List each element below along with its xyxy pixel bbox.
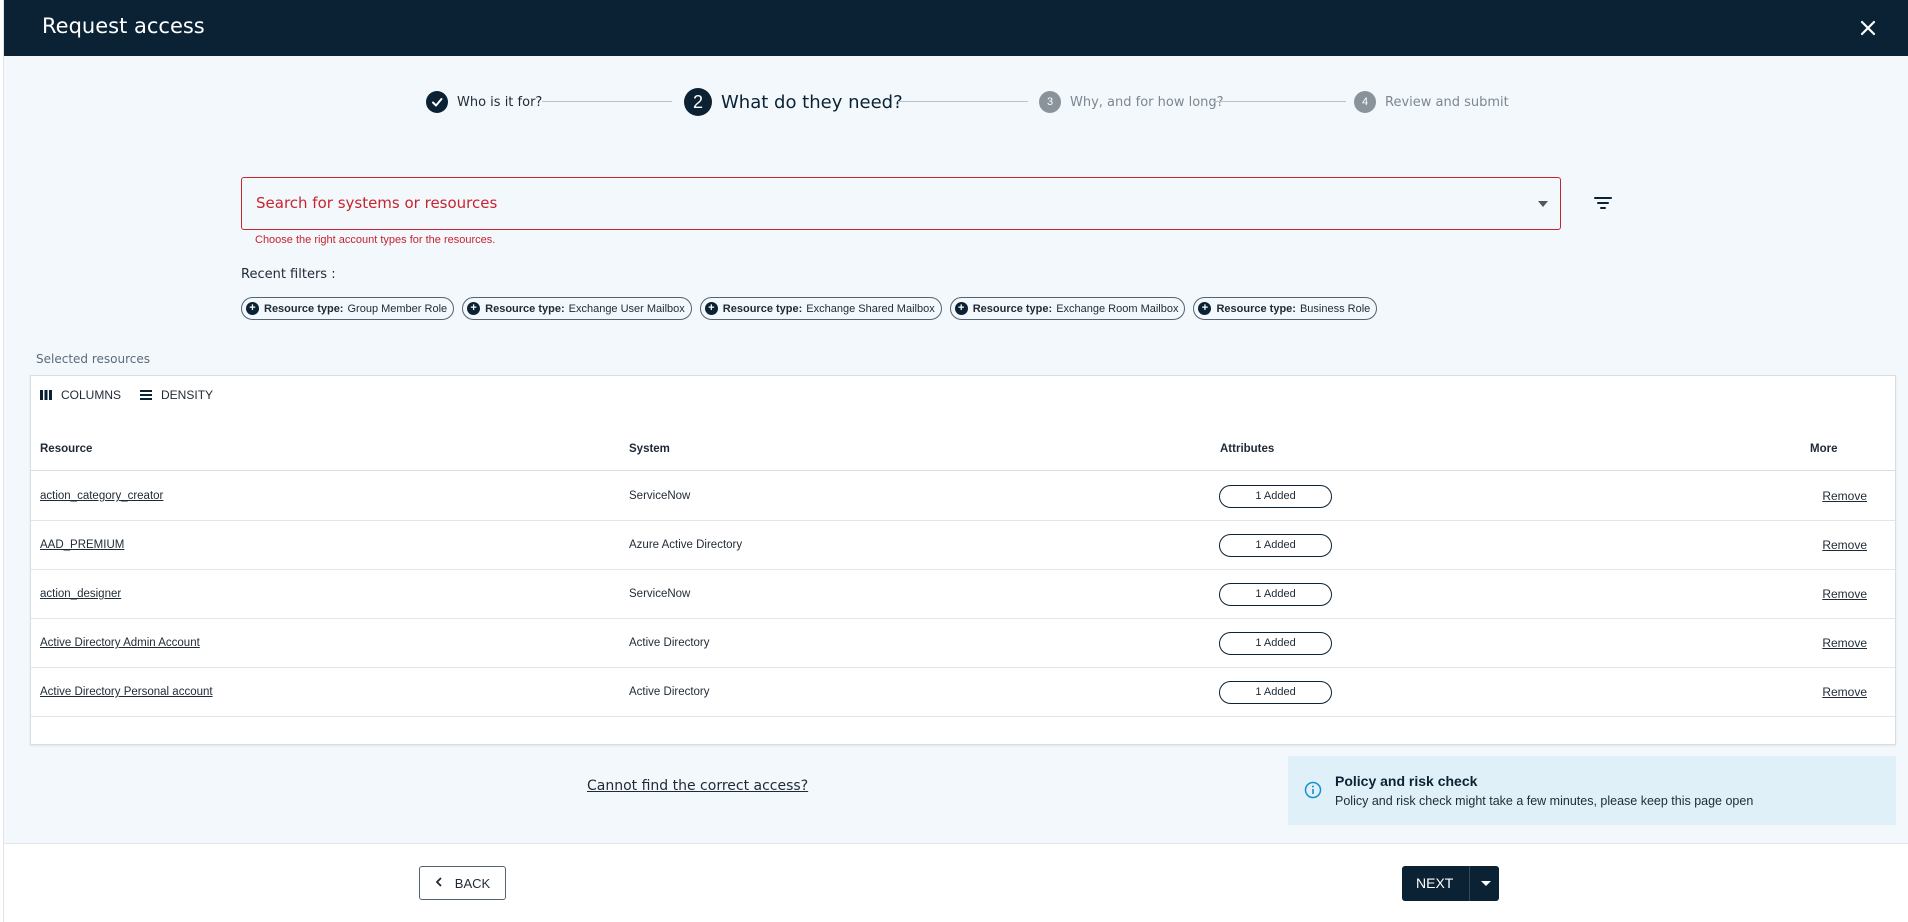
chevron-down-icon[interactable] bbox=[1538, 201, 1548, 207]
request-access-dialog: Request access Who is it for? 2 What do … bbox=[3, 0, 1908, 922]
density-icon bbox=[140, 390, 153, 400]
chip-value: Group Member Role bbox=[347, 302, 448, 315]
add-icon: + bbox=[467, 302, 481, 315]
system-cell: Active Directory bbox=[629, 686, 710, 698]
policy-title: Policy and risk check bbox=[1335, 773, 1478, 789]
columns-button[interactable]: COLUMNS bbox=[39, 388, 121, 402]
policy-risk-banner: Policy and risk check Policy and risk ch… bbox=[1288, 756, 1896, 825]
remove-link[interactable]: Remove bbox=[1822, 587, 1867, 601]
close-icon[interactable] bbox=[1856, 16, 1880, 40]
attributes-pill[interactable]: 1 Added bbox=[1219, 583, 1332, 606]
attributes-pill[interactable]: 1 Added bbox=[1219, 681, 1332, 704]
resource-link[interactable]: Active Directory Personal account bbox=[40, 686, 213, 698]
step-number: 2 bbox=[684, 88, 712, 116]
table-row: action_category_creator ServiceNow 1 Add… bbox=[31, 472, 1895, 521]
attributes-pill[interactable]: 1 Added bbox=[1219, 632, 1332, 655]
chip-value: Exchange User Mailbox bbox=[568, 302, 685, 315]
filter-icon[interactable] bbox=[1592, 193, 1614, 213]
dialog-title: Request access bbox=[42, 14, 205, 38]
step-label: Review and submit bbox=[1385, 94, 1509, 110]
remove-link[interactable]: Remove bbox=[1822, 489, 1867, 503]
add-icon: + bbox=[246, 302, 259, 315]
resource-link[interactable]: Active Directory Admin Account bbox=[40, 637, 200, 649]
filter-chip[interactable]: + Resource type: Business Role bbox=[1193, 297, 1378, 320]
column-header-more: More bbox=[1810, 443, 1838, 455]
columns-label: COLUMNS bbox=[61, 388, 122, 402]
attributes-pill[interactable]: 1 Added bbox=[1219, 534, 1332, 557]
remove-link[interactable]: Remove bbox=[1822, 685, 1867, 699]
column-header-resource[interactable]: Resource bbox=[40, 443, 92, 455]
search-helper-text: Choose the right account types for the r… bbox=[255, 234, 496, 246]
filter-chip[interactable]: + Resource type: Exchange Room Mailbox bbox=[949, 297, 1186, 320]
system-cell: Active Directory bbox=[629, 637, 710, 649]
step-connector bbox=[1213, 101, 1346, 102]
step-connector bbox=[898, 101, 1028, 102]
info-icon bbox=[1304, 781, 1322, 804]
dialog-footer: BACK NEXT bbox=[4, 843, 1908, 922]
next-button[interactable]: NEXT bbox=[1402, 866, 1499, 901]
step-why: 3 Why, and for how long? bbox=[1039, 91, 1224, 113]
step-label: Why, and for how long? bbox=[1070, 94, 1224, 110]
back-label: BACK bbox=[454, 875, 491, 891]
selected-resources-label: Selected resources bbox=[36, 352, 150, 366]
chip-value: Exchange Shared Mailbox bbox=[806, 302, 935, 315]
chip-key: Resource type: bbox=[485, 302, 565, 315]
chip-key: Resource type: bbox=[1216, 302, 1296, 315]
table-row: Active Directory Admin Account Active Di… bbox=[31, 619, 1895, 668]
add-icon: + bbox=[954, 302, 968, 315]
remove-link[interactable]: Remove bbox=[1822, 538, 1867, 552]
step-review: 4 Review and submit bbox=[1354, 91, 1509, 113]
cannot-find-access-link[interactable]: Cannot find the correct access? bbox=[587, 778, 808, 794]
column-header-attributes[interactable]: Attributes bbox=[1220, 443, 1274, 455]
add-icon: + bbox=[704, 302, 718, 315]
column-header-system[interactable]: System bbox=[629, 443, 670, 455]
policy-body: Policy and risk check might take a few m… bbox=[1335, 794, 1754, 808]
resource-search-input[interactable]: Search for systems or resources bbox=[241, 177, 1561, 230]
density-button[interactable]: DENSITY bbox=[139, 388, 213, 402]
recent-filter-chips: + Resource type: Group Member Role + Resour… bbox=[241, 297, 1385, 320]
table-toolbar: COLUMNS DENSITY bbox=[39, 388, 231, 402]
resource-link[interactable]: action_designer bbox=[40, 588, 121, 600]
check-icon bbox=[426, 91, 448, 113]
step-connector bbox=[542, 101, 672, 102]
step-label: What do they need? bbox=[721, 91, 903, 113]
remove-link[interactable]: Remove bbox=[1822, 636, 1867, 650]
selected-resources-table: COLUMNS DENSITY Resource System Attribut… bbox=[30, 375, 1896, 745]
step-what[interactable]: 2 What do they need? bbox=[684, 88, 903, 116]
system-cell: ServiceNow bbox=[629, 588, 691, 600]
chip-key: Resource type: bbox=[722, 302, 803, 315]
system-cell: ServiceNow bbox=[629, 490, 691, 502]
filter-chip[interactable]: + Resource type: Group Member Role bbox=[241, 297, 455, 320]
attributes-pill[interactable]: 1 Added bbox=[1219, 485, 1332, 508]
chip-value: Exchange Room Mailbox bbox=[1056, 302, 1179, 315]
chevron-left-icon bbox=[435, 876, 443, 890]
search-placeholder: Search for systems or resources bbox=[256, 194, 498, 212]
back-button[interactable]: BACK bbox=[419, 866, 506, 900]
chip-key: Resource type: bbox=[972, 302, 1053, 315]
density-label: DENSITY bbox=[161, 388, 214, 402]
step-number: 4 bbox=[1354, 91, 1376, 113]
step-who[interactable]: Who is it for? bbox=[426, 91, 542, 113]
resource-link[interactable]: AAD_PREMIUM bbox=[40, 539, 124, 551]
add-icon: + bbox=[1198, 302, 1212, 315]
chip-value: Business Role bbox=[1299, 302, 1371, 315]
filter-chip[interactable]: + Resource type: Exchange Shared Mailbox bbox=[699, 297, 942, 320]
resource-link[interactable]: action_category_creator bbox=[40, 490, 163, 502]
split-divider bbox=[1469, 866, 1470, 901]
system-cell: Azure Active Directory bbox=[629, 539, 743, 551]
filter-chip[interactable]: + Resource type: Exchange User Mailbox bbox=[462, 297, 692, 320]
chip-key: Resource type: bbox=[264, 302, 344, 315]
step-number: 3 bbox=[1039, 91, 1061, 113]
dialog-header: Request access bbox=[4, 0, 1908, 56]
table-row: action_designer ServiceNow 1 Added Remov… bbox=[31, 570, 1895, 619]
table-header: Resource System Attributes More bbox=[31, 426, 1895, 471]
chevron-down-icon[interactable] bbox=[1481, 881, 1491, 886]
columns-icon bbox=[40, 390, 52, 400]
step-label: Who is it for? bbox=[457, 94, 543, 110]
next-label: NEXT bbox=[1416, 875, 1454, 891]
table-row: Active Directory Personal account Active… bbox=[31, 668, 1895, 717]
recent-filters-label: Recent filters : bbox=[241, 267, 336, 282]
table-row: AAD_PREMIUM Azure Active Directory 1 Add… bbox=[31, 521, 1895, 570]
